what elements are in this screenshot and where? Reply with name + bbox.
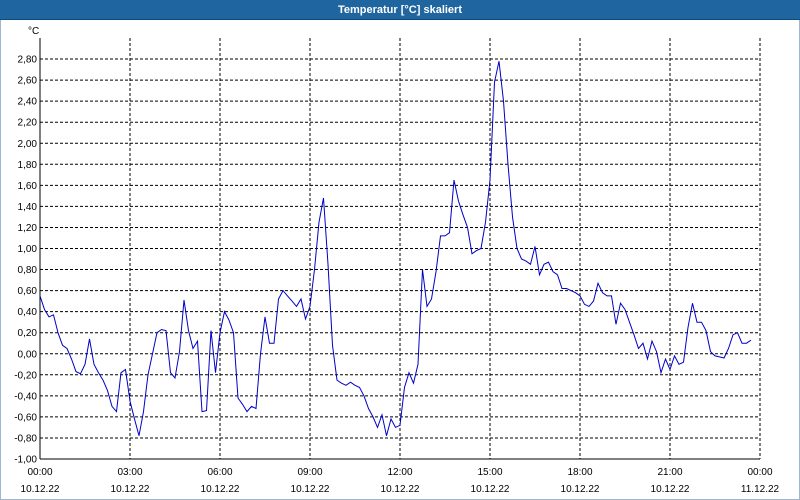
x-tick-time: 09:00 (297, 467, 322, 478)
y-tick-label: 0,20 (18, 328, 38, 339)
chart-title-bar: Temperatur [°C] skaliert (0, 0, 800, 20)
x-tick-time: 00:00 (747, 467, 772, 478)
x-tick-time: 00:00 (27, 467, 52, 478)
y-tick-label: 0,60 (18, 286, 38, 297)
x-tick-date: 10.12.22 (291, 484, 330, 495)
y-tick-label: 0,80 (18, 265, 38, 276)
x-tick-date: 10.12.22 (471, 484, 510, 495)
y-tick-label: 1,20 (18, 223, 38, 234)
x-tick-time: 21:00 (657, 467, 682, 478)
y-tick-label: 2,80 (18, 55, 38, 66)
x-tick-date: 10.12.22 (111, 484, 150, 495)
x-tick-date: 10.12.22 (381, 484, 420, 495)
temperature-chart: -1,00 -0,80 -0,60 -0,40 -0,20 0,00 0,20 0,40 0,6… (14, 26, 780, 495)
y-tick-label: -0,80 (14, 433, 37, 444)
x-tick-time: 03:00 (117, 467, 142, 478)
y-tick-label: 2,60 (18, 76, 38, 87)
y-tick-label: -0,60 (14, 412, 37, 423)
x-tick-date: 10.12.22 (21, 484, 60, 495)
y-tick-label: 1,60 (18, 181, 38, 192)
chart-title: Temperatur [°C] skaliert (337, 3, 462, 16)
x-tick-time: 12:00 (387, 467, 412, 478)
x-tick-date: 10.12.22 (561, 484, 600, 495)
x-tick-time: 15:00 (477, 467, 502, 478)
x-tick-time: 18:00 (567, 467, 592, 478)
x-tick-time: 06:00 (207, 467, 232, 478)
y-tick-label: 0,00 (18, 349, 38, 360)
y-tick-label: 2,20 (18, 118, 38, 129)
y-tick-label: 0,40 (18, 307, 38, 318)
y-tick-label: 2,00 (18, 139, 38, 150)
y-tick-label: 1,00 (18, 244, 38, 255)
x-tick-date: 10.12.22 (201, 484, 240, 495)
x-tick-date: 10.12.22 (651, 484, 690, 495)
y-tick-label: 1,40 (18, 202, 38, 213)
x-tick-date: 11.12.22 (741, 484, 780, 495)
y-tick-label: -0,40 (14, 391, 37, 402)
y-tick-label: -1,00 (14, 455, 37, 466)
y-tick-label: 1,80 (18, 160, 38, 171)
y-unit-label: °C (28, 26, 39, 37)
y-tick-label: -0,20 (14, 370, 37, 381)
y-tick-label: 2,40 (18, 97, 38, 108)
